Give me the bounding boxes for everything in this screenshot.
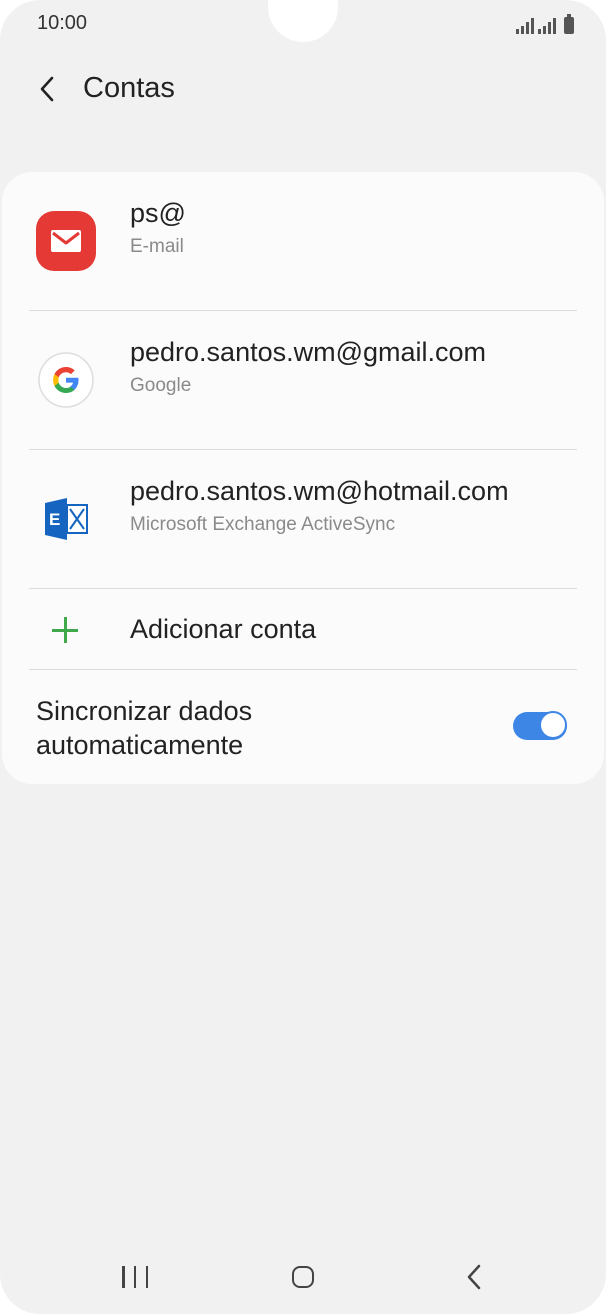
recent-apps-icon[interactable]: [122, 1266, 148, 1290]
battery-icon: [564, 14, 574, 34]
chevron-left-icon: [40, 76, 54, 102]
status-time: 10:00: [37, 12, 88, 34]
account-type: Google: [130, 375, 192, 396]
home-icon[interactable]: [292, 1266, 314, 1288]
add-account-button[interactable]: Adicionar conta: [2, 590, 604, 670]
page-title: Contas: [83, 72, 175, 104]
account-title: ps@: [130, 198, 186, 228]
sync-toggle[interactable]: [513, 711, 567, 740]
account-item-google[interactable]: pedro.santos.wm@gmail.com Google: [2, 311, 604, 449]
back-button[interactable]: [30, 72, 64, 106]
app-bar: Contas: [0, 60, 606, 120]
screen: 10:00 Contas ps@ E-mail pedro.santos.wm@…: [0, 0, 606, 1314]
add-account-label: Adicionar conta: [130, 614, 317, 644]
exchange-icon: E: [36, 489, 96, 549]
account-type: Microsoft Exchange ActiveSync: [130, 514, 396, 535]
navigation-bar: [0, 1244, 606, 1314]
account-type: E-mail: [130, 236, 184, 257]
google-icon: [36, 350, 96, 410]
plus-icon: [52, 617, 78, 643]
sync-setting[interactable]: Sincronizar dados automaticamente: [2, 670, 604, 784]
svg-text:E: E: [49, 510, 60, 529]
account-title: pedro.santos.wm@hotmail.com: [130, 476, 509, 506]
back-icon[interactable]: [462, 1262, 486, 1292]
signal-icon: [516, 18, 534, 34]
camera-notch: [268, 0, 338, 42]
toggle-knob: [539, 711, 567, 739]
account-title: pedro.santos.wm@gmail.com: [130, 337, 487, 367]
status-icons: [516, 12, 574, 34]
account-item-exchange[interactable]: E pedro.santos.wm@hotmail.com Microsoft …: [2, 450, 604, 588]
sync-label: Sincronizar dados automaticamente: [36, 696, 253, 760]
email-app-icon: [36, 211, 96, 271]
account-item-email[interactable]: ps@ E-mail: [2, 172, 604, 310]
divider: [29, 588, 577, 589]
accounts-card: ps@ E-mail pedro.santos.wm@gmail.com Goo…: [2, 172, 604, 784]
signal-icon: [538, 18, 556, 34]
